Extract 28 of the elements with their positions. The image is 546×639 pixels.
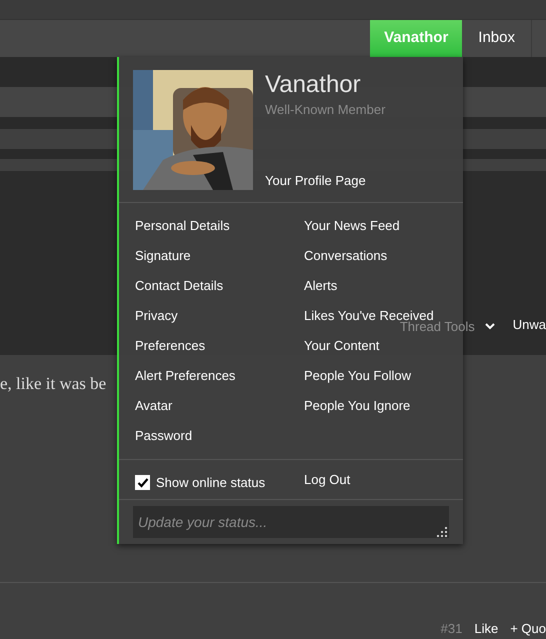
chevron-down-icon [484, 323, 495, 330]
post-number: #31 [440, 620, 462, 638]
menu-link[interactable]: Password [135, 421, 304, 451]
menu-link[interactable]: People You Follow [304, 368, 411, 384]
logout-link[interactable]: Log Out [304, 470, 350, 490]
username: Vanathor [265, 70, 362, 100]
menu-link[interactable]: Avatar [135, 391, 304, 421]
unwatch-link[interactable]: Unwa [512, 314, 546, 334]
like-link[interactable]: Like [474, 618, 498, 638]
menu-link[interactable]: People You Ignore [304, 398, 410, 414]
menu-link[interactable]: Signature [135, 241, 304, 271]
menu-link[interactable]: Contact Details [135, 271, 304, 301]
menu-link[interactable]: Personal Details [135, 211, 304, 241]
menu-link[interactable]: Conversations [304, 248, 388, 264]
menu-link[interactable]: Privacy [135, 301, 304, 331]
menu-link[interactable]: Your Content [304, 338, 380, 354]
profile-link[interactable]: Your Profile Page [265, 170, 386, 190]
online-status-label: Show online status [156, 474, 266, 492]
menu-link[interactable]: Preferences [135, 331, 304, 361]
resize-handle-icon [436, 525, 448, 537]
status-field[interactable]: Update your status... [133, 506, 449, 538]
menu-link[interactable]: Alerts [304, 278, 338, 294]
menu-link[interactable]: Your News Feed [304, 218, 400, 234]
menu-link[interactable]: Alert Preferences [135, 361, 304, 391]
quote-link[interactable]: + Quo [510, 618, 546, 638]
online-status-checkbox[interactable] [135, 475, 150, 490]
user-rank: Well-Known Member [265, 101, 386, 119]
post-text: e, like it was be [0, 374, 106, 393]
